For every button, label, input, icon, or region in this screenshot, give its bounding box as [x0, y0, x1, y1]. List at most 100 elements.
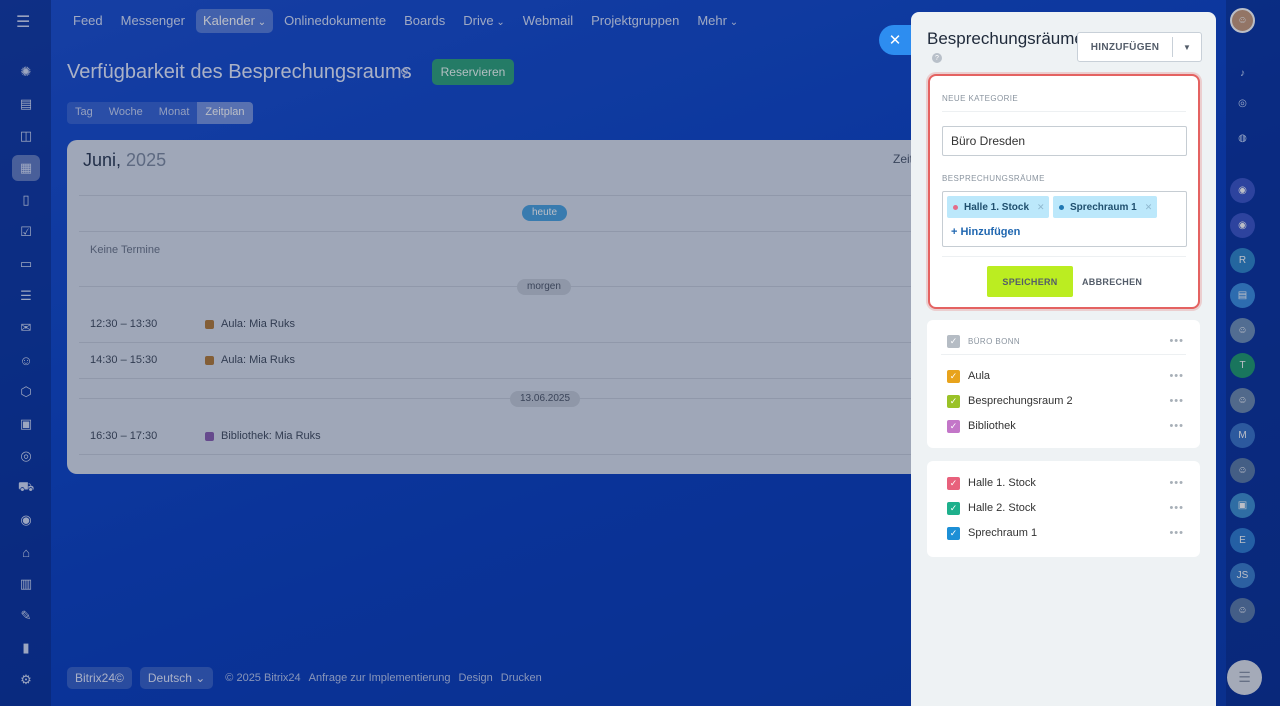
- footer-link-design[interactable]: Design: [459, 672, 493, 684]
- tomorrow-badge: morgen: [517, 279, 571, 295]
- event-label[interactable]: Aula: Mia Ruks: [221, 354, 295, 366]
- contact-avatar[interactable]: ▣: [1230, 493, 1255, 518]
- more-icon[interactable]: •••: [1169, 502, 1184, 514]
- robot-icon[interactable]: ⌂: [12, 539, 40, 565]
- nav-item-drive[interactable]: Drive ⌄: [456, 9, 512, 33]
- pen-icon[interactable]: ✎: [12, 603, 40, 629]
- more-icon[interactable]: •••: [1169, 370, 1184, 382]
- pin-icon[interactable]: ⚲: [400, 66, 409, 80]
- checkbox-icon[interactable]: ✓: [947, 501, 960, 515]
- task-icon[interactable]: ☑: [12, 219, 40, 245]
- target-icon[interactable]: ◎: [12, 443, 40, 469]
- room-row[interactable]: ✓ Bibliothek •••: [947, 417, 1184, 435]
- cart-icon[interactable]: ⛟: [12, 475, 40, 501]
- view-tab-zeitplan[interactable]: Zeitplan: [197, 102, 253, 124]
- event-label[interactable]: Aula: Mia Ruks: [221, 318, 295, 330]
- view-tab-tag[interactable]: Tag: [67, 102, 101, 124]
- room-tag: Halle 1. Stock ✕: [947, 196, 1049, 218]
- contact-avatar[interactable]: ☺: [1230, 598, 1255, 623]
- hexagon-icon[interactable]: ⬡: [12, 379, 40, 405]
- more-icon[interactable]: •••: [1169, 335, 1184, 347]
- drive-icon[interactable]: ▭: [12, 251, 40, 277]
- room-row[interactable]: ✓ Aula •••: [947, 367, 1184, 385]
- room-name: Aula: [968, 370, 991, 382]
- help-icon[interactable]: ?: [932, 53, 942, 63]
- group-chat-icon[interactable]: ◉: [1230, 213, 1255, 238]
- analytics-icon[interactable]: ▮: [12, 635, 40, 661]
- bolt-icon[interactable]: ✺: [12, 59, 40, 85]
- document-icon[interactable]: ▯: [12, 187, 40, 213]
- event-label[interactable]: Bibliothek: Mia Ruks: [221, 430, 321, 442]
- checkbox-icon[interactable]: ✓: [947, 394, 960, 408]
- category-row[interactable]: ✓ BÜRO BONN •••: [947, 332, 1184, 350]
- checkbox-icon[interactable]: ✓: [947, 334, 960, 348]
- contact-avatar[interactable]: ▤: [1230, 283, 1255, 308]
- nav-item-projektgruppen[interactable]: Projektgruppen: [584, 9, 686, 33]
- remove-tag-icon[interactable]: ✕: [1145, 202, 1153, 213]
- top-navigation: Feed Messenger Kalender ⌄ Onlinedokumente Bo…: [66, 9, 745, 33]
- filter-icon[interactable]: ☰: [12, 283, 40, 309]
- nav-item-feed[interactable]: Feed: [66, 9, 110, 33]
- add-room-link[interactable]: + Hinzufügen: [951, 226, 1020, 238]
- feed-icon[interactable]: ▤: [12, 91, 40, 117]
- add-button[interactable]: HINZUFÜGEN: [1078, 33, 1172, 61]
- language-select[interactable]: Deutsch ⌄: [139, 667, 214, 689]
- room-row[interactable]: ✓ Besprechungsraum 2 •••: [947, 392, 1184, 410]
- board-icon[interactable]: ▣: [12, 411, 40, 437]
- rooms-tag-selector[interactable]: Halle 1. Stock ✕ Sprechraum 1 ✕ + Hinzuf…: [942, 191, 1187, 247]
- contact-avatar[interactable]: T: [1230, 353, 1255, 378]
- nav-item-mehr[interactable]: Mehr ⌄: [690, 9, 745, 33]
- category-name-input[interactable]: [942, 126, 1187, 156]
- more-icon[interactable]: •••: [1169, 395, 1184, 407]
- checkbox-icon[interactable]: ✓: [947, 526, 960, 540]
- nav-item-kalender[interactable]: Kalender ⌄: [195, 9, 274, 33]
- nav-item-messenger[interactable]: Messenger: [114, 9, 192, 33]
- storage-icon[interactable]: ▥: [12, 571, 40, 597]
- calendar-icon[interactable]: ▦: [12, 155, 40, 181]
- brand-chip[interactable]: Bitrix24©: [67, 667, 132, 689]
- more-icon[interactable]: •••: [1169, 420, 1184, 432]
- group-chat-icon[interactable]: ◉: [1230, 178, 1255, 203]
- checkbox-icon[interactable]: ✓: [947, 369, 960, 383]
- chat-fab-icon[interactable]: ☰: [1227, 660, 1262, 695]
- contact-avatar[interactable]: ☺: [1230, 318, 1255, 343]
- reserve-button[interactable]: Reservieren: [432, 59, 514, 85]
- contact-avatar[interactable]: R: [1230, 248, 1255, 273]
- user-avatar[interactable]: ☺: [1230, 8, 1255, 33]
- bell-icon[interactable]: ♪: [1230, 61, 1255, 86]
- pulse-icon[interactable]: ◎: [1230, 91, 1255, 116]
- menu-icon[interactable]: ☰: [16, 12, 30, 32]
- contact-avatar[interactable]: JS: [1230, 563, 1255, 588]
- nav-item-webmail[interactable]: Webmail: [516, 9, 580, 33]
- settings-icon[interactable]: ⚙: [12, 667, 40, 693]
- view-tab-woche[interactable]: Woche: [101, 102, 151, 124]
- contact-avatar[interactable]: E: [1230, 528, 1255, 553]
- room-row[interactable]: ✓ Sprechraum 1 •••: [947, 524, 1184, 542]
- checkbox-icon[interactable]: ✓: [947, 419, 960, 433]
- room-color-dot: [953, 204, 958, 210]
- view-tab-monat[interactable]: Monat: [151, 102, 198, 124]
- room-row[interactable]: ✓ Halle 2. Stock •••: [947, 499, 1184, 517]
- contact-avatar[interactable]: M: [1230, 423, 1255, 448]
- contact-avatar[interactable]: ☺: [1230, 388, 1255, 413]
- close-icon[interactable]: ✕: [879, 25, 911, 55]
- group-icon[interactable]: ☺: [12, 347, 40, 373]
- shield-icon[interactable]: ◉: [12, 507, 40, 533]
- save-button[interactable]: SPEICHERN: [987, 266, 1073, 297]
- more-icon[interactable]: •••: [1169, 477, 1184, 489]
- room-row[interactable]: ✓ Halle 1. Stock •••: [947, 474, 1184, 492]
- category-name: BÜRO BONN: [968, 336, 1021, 346]
- mail-icon[interactable]: ✉: [12, 315, 40, 341]
- nav-item-onlinedokumente[interactable]: Onlinedokumente: [277, 9, 393, 33]
- remove-tag-icon[interactable]: ✕: [1037, 202, 1045, 213]
- footer-link-implementation[interactable]: Anfrage zur Implementierung: [309, 672, 451, 684]
- nav-item-boards[interactable]: Boards: [397, 9, 452, 33]
- contact-avatar[interactable]: ☺: [1230, 458, 1255, 483]
- dropdown-arrow-icon[interactable]: ▼: [1173, 33, 1201, 61]
- footer-link-print[interactable]: Drucken: [501, 672, 542, 684]
- checkbox-icon[interactable]: ✓: [947, 476, 960, 490]
- cancel-button[interactable]: ABBRECHEN: [1082, 266, 1142, 297]
- search-chat-icon[interactable]: ◍: [1230, 126, 1255, 151]
- more-icon[interactable]: •••: [1169, 527, 1184, 539]
- chat-icon[interactable]: ◫: [12, 123, 40, 149]
